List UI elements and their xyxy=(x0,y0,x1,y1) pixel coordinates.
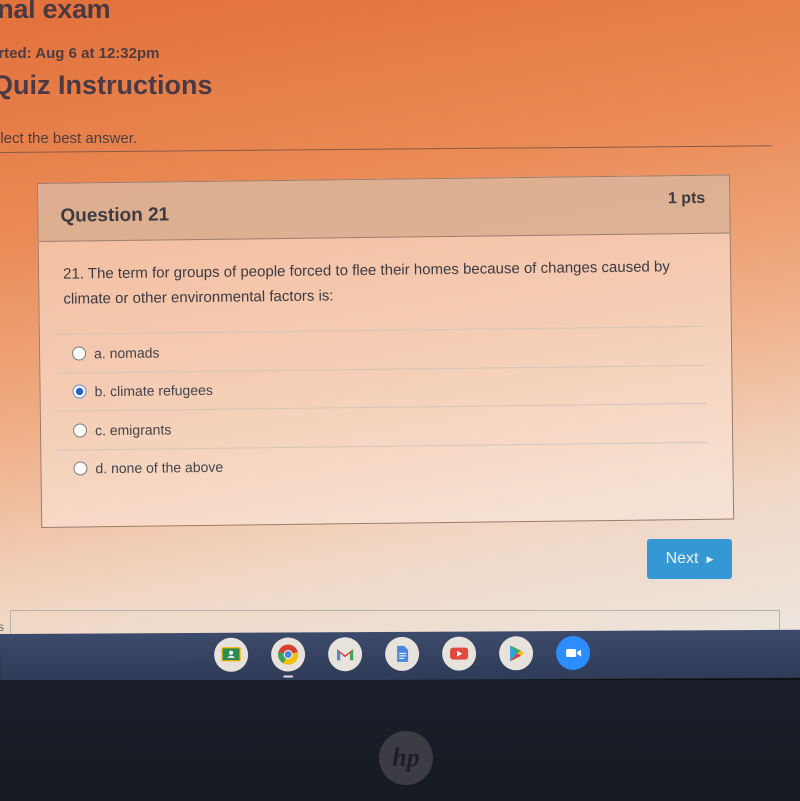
instructions-text: elect the best answer. xyxy=(0,130,138,147)
answer-label: b. climate refugees xyxy=(94,382,213,400)
chrome-icon[interactable] xyxy=(271,637,306,678)
question-text: 21. The term for groups of people forced… xyxy=(63,258,670,308)
play-store-icon[interactable] xyxy=(499,636,534,671)
answer-label: a. nomads xyxy=(93,344,160,362)
google-docs-icon[interactable] xyxy=(385,636,420,671)
youtube-icon[interactable] xyxy=(442,636,477,671)
instructions-heading: Quiz Instructions xyxy=(0,70,213,100)
gmail-icon[interactable] xyxy=(328,637,363,672)
radio-button[interactable] xyxy=(73,461,88,476)
answer-label: d. none of the above xyxy=(95,458,224,477)
radio-button-selected[interactable] xyxy=(72,384,87,399)
browser-screen: inal exam arted: Aug 6 at 12:32pm Quiz I… xyxy=(0,0,800,640)
next-button[interactable]: Next ▶ xyxy=(647,539,732,579)
radio-button[interactable] xyxy=(71,346,87,361)
question-card: Question 21 1 pts 21. The term for group… xyxy=(37,174,735,528)
active-indicator xyxy=(283,675,294,678)
quiz-title: inal exam xyxy=(0,0,111,24)
answer-list: a. nomads b. climate refugees c. emigran… xyxy=(55,325,708,488)
question-title: Question 21 xyxy=(60,204,170,227)
question-header: Question 21 1 pts xyxy=(38,175,730,242)
caret-right-icon: ▶ xyxy=(706,553,714,564)
next-label: Next xyxy=(665,550,699,567)
started-timestamp: arted: Aug 6 at 12:32pm xyxy=(0,45,160,62)
chromeos-shelf xyxy=(0,629,800,682)
hp-logo: hp xyxy=(379,731,433,785)
radio-button[interactable] xyxy=(72,423,88,438)
google-classroom-icon[interactable] xyxy=(214,637,249,672)
question-points: 1 pts xyxy=(667,189,706,208)
edge-text: s xyxy=(0,620,4,634)
zoom-icon[interactable] xyxy=(556,635,591,671)
answer-option-d[interactable]: d. none of the above xyxy=(57,441,708,488)
answer-label: c. emigrants xyxy=(94,421,172,439)
